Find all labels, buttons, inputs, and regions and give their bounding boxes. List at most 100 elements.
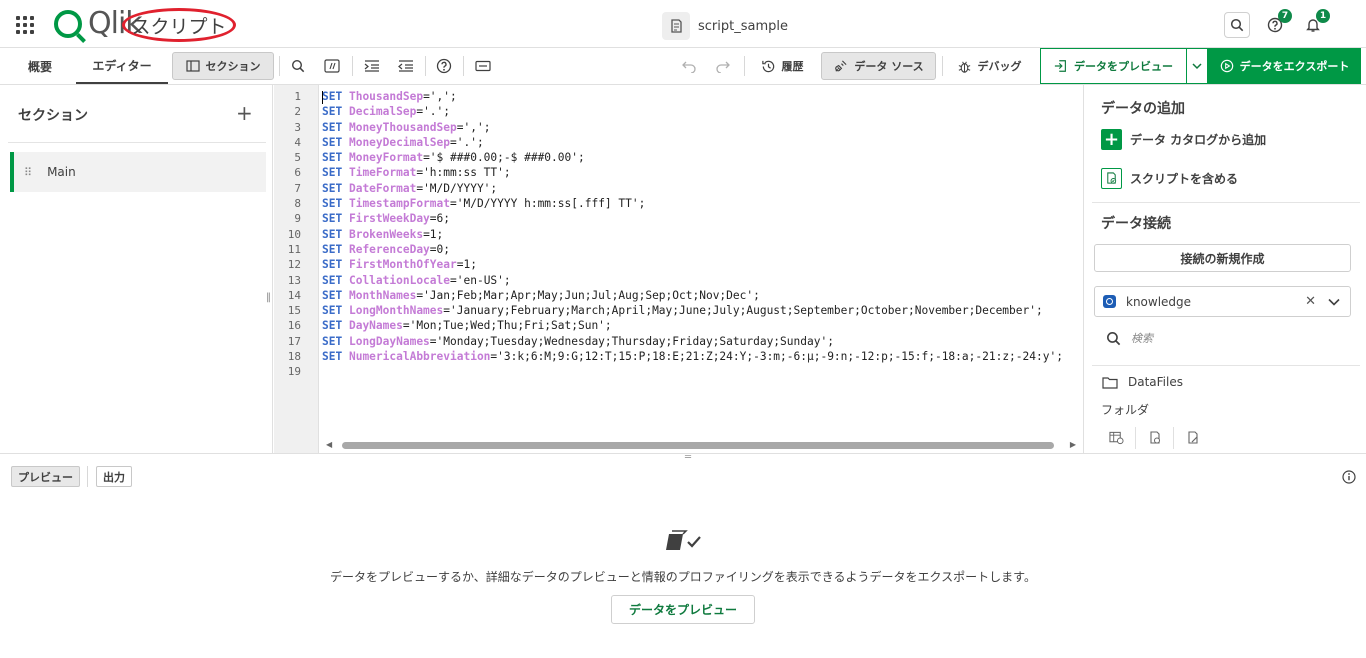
export-data-button[interactable]: データをエクスポート [1208,48,1361,84]
debug-button[interactable]: デバッグ [950,52,1028,80]
app-launcher-icon[interactable] [14,14,36,36]
search-button[interactable] [1224,12,1250,38]
chevron-down-icon[interactable] [1328,295,1340,309]
code-line[interactable]: SET MonthNames='Jan;Feb;Mar;Apr;May;Jun;… [322,289,1063,304]
code-value: =','; [423,90,457,103]
tab-output[interactable]: 出力 [96,466,132,487]
edit-connection-button[interactable] [1174,427,1212,449]
code-line[interactable]: SET TimestampFormat='M/D/YYYY h:mm:ss[.f… [322,197,1063,212]
data-panel: データの追加 + データ カタログから追加 スクリプトを含める データ接続 接続… [1083,85,1366,453]
space-select[interactable]: knowledge ✕ [1094,286,1351,317]
script-document-icon [662,12,690,40]
include-script-button[interactable]: スクリプトを含める [1101,168,1238,189]
code-value: =','; [456,120,491,134]
empty-state-preview-button[interactable]: データをプレビュー [611,595,755,624]
undo-icon [682,61,696,73]
insert-connection-string-button[interactable] [1136,427,1174,449]
code-line[interactable]: SET DecimalSep='.'; [322,105,1063,120]
clear-icon[interactable]: ✕ [1305,294,1316,309]
history-label: 履歴 [781,60,804,73]
code-variable: MoneyDecimalSep [348,135,451,149]
connection-item-datafiles[interactable]: DataFiles [1102,375,1183,389]
scroll-left-arrow-icon[interactable]: ◀ [326,440,332,449]
chevron-down-icon [1192,63,1202,70]
code-line[interactable]: SET LongDayNames='Monday;Tuesday;Wednesd… [322,335,1063,350]
toolbar-divider [463,56,464,76]
divider [8,142,266,143]
code-line[interactable]: SET NumericalAbbreviation='3:k;6:M;9:G;1… [322,350,1063,365]
code-variable: MoneyFormat [348,151,424,165]
notification-badge: 1 [1316,9,1330,23]
left-resize-handle[interactable]: ‖ [266,292,271,303]
select-data-button[interactable] [1098,427,1136,449]
code-line[interactable]: SET DayNames='Mon;Tue;Wed;Thu;Fri;Sat;Su… [322,319,1063,334]
divider [1092,365,1360,366]
preview-data-button[interactable]: データをプレビュー [1040,48,1187,84]
preview-dropdown-button[interactable] [1186,48,1208,84]
syntax-help-button[interactable] [432,52,456,80]
comment-button[interactable] [320,52,344,80]
drag-handle-icon[interactable]: ⠿ [24,166,32,179]
code-line[interactable]: SET ThousandSep=','; [322,90,1063,105]
find-button[interactable] [286,52,310,80]
script-editor[interactable]: 1 2 3 4 5 6 7 8 9 10 11 12 13 14 15 16 17 18 19 SET Thousa… [274,85,1083,453]
history-button[interactable]: 履歴 [752,52,812,80]
create-connection-button[interactable]: 接続の新規作成 [1094,244,1351,272]
info-icon[interactable] [1342,470,1356,487]
line-number: 1 [294,90,301,103]
add-from-catalog-button[interactable]: + データ カタログから追加 [1101,129,1266,150]
code-line[interactable]: SET LongMonthNames='January;February;Mar… [322,304,1063,319]
tab-overview[interactable]: 概要 [10,48,70,84]
code-variable: DateFormat [348,181,417,195]
sections-toggle-button[interactable]: セクション [172,52,274,80]
code-value: ='.'; [416,105,451,119]
help-button[interactable]: 7 [1262,9,1292,38]
code-line[interactable]: SET CollationLocale='en-US'; [322,274,1063,289]
code-line[interactable]: SET BrokenWeeks=1; [322,228,1063,243]
notifications-button[interactable]: 1 [1300,9,1330,38]
outdent-icon [398,60,413,72]
code-line[interactable]: SET TimeFormat='h:mm:ss TT'; [322,166,1063,181]
code-variable: ThousandSep [348,90,424,103]
code-line[interactable] [322,365,1063,380]
section-item-main[interactable]: ⠿ Main [10,152,266,192]
editor-toolbar: 概要 エディター セクション 履歴 データ ソース デバッグ データをプレビュー… [0,48,1366,85]
help-badge: 7 [1278,9,1292,23]
code-keyword: SET [322,135,343,149]
indent-button[interactable] [360,52,384,80]
code-keyword: SET [322,334,343,348]
redo-button[interactable] [710,52,736,80]
code-line[interactable]: SET FirstMonthOfYear=1; [322,258,1063,273]
horizontal-scrollbar[interactable]: ◀ ▶ [326,440,1076,450]
keyboard-shortcuts-button[interactable] [471,52,495,80]
connection-search-input[interactable] [1131,332,1331,345]
data-source-button[interactable]: データ ソース [821,52,936,80]
code-variable: ReferenceDay [348,242,430,256]
undo-button[interactable] [676,52,702,80]
scroll-right-arrow-icon[interactable]: ▶ [1070,440,1076,449]
document-name[interactable]: script_sample [662,12,788,40]
code-line[interactable]: SET MoneyDecimalSep='.'; [322,136,1063,151]
tab-editor[interactable]: エディター [76,48,168,84]
code-line[interactable]: SET ReferenceDay=0; [322,243,1063,258]
add-section-button[interactable]: + [236,103,253,123]
code-line[interactable]: SET DateFormat='M/D/YYYY'; [322,182,1063,197]
data-connections-title: データ接続 [1101,216,1171,232]
code-value: ='$ ###0.00;-$ ###0.00'; [423,151,585,165]
tab-preview[interactable]: プレビュー [11,466,80,487]
line-number: 19 [287,365,301,379]
outdent-button[interactable] [394,52,418,80]
pane-resize-handle[interactable]: ═ [685,453,695,463]
code-lines[interactable]: SET ThousandSep=','; SET DecimalSep='.'; S… [322,85,1063,381]
code-line[interactable]: SET FirstWeekDay=6; [322,212,1063,227]
connection-search[interactable] [1106,331,1331,346]
divider [87,466,88,487]
search-icon [291,59,305,73]
code-line[interactable]: SET MoneyThousandSep=','; [322,121,1063,136]
code-line[interactable]: SET MoneyFormat='$ ###0.00;-$ ###0.00'; [322,151,1063,166]
line-number: 12 [287,258,301,272]
scrollbar-thumb[interactable] [342,442,1054,449]
toolbar-divider [425,56,426,76]
help-icon [436,58,452,74]
code-value: =0; [429,242,451,256]
